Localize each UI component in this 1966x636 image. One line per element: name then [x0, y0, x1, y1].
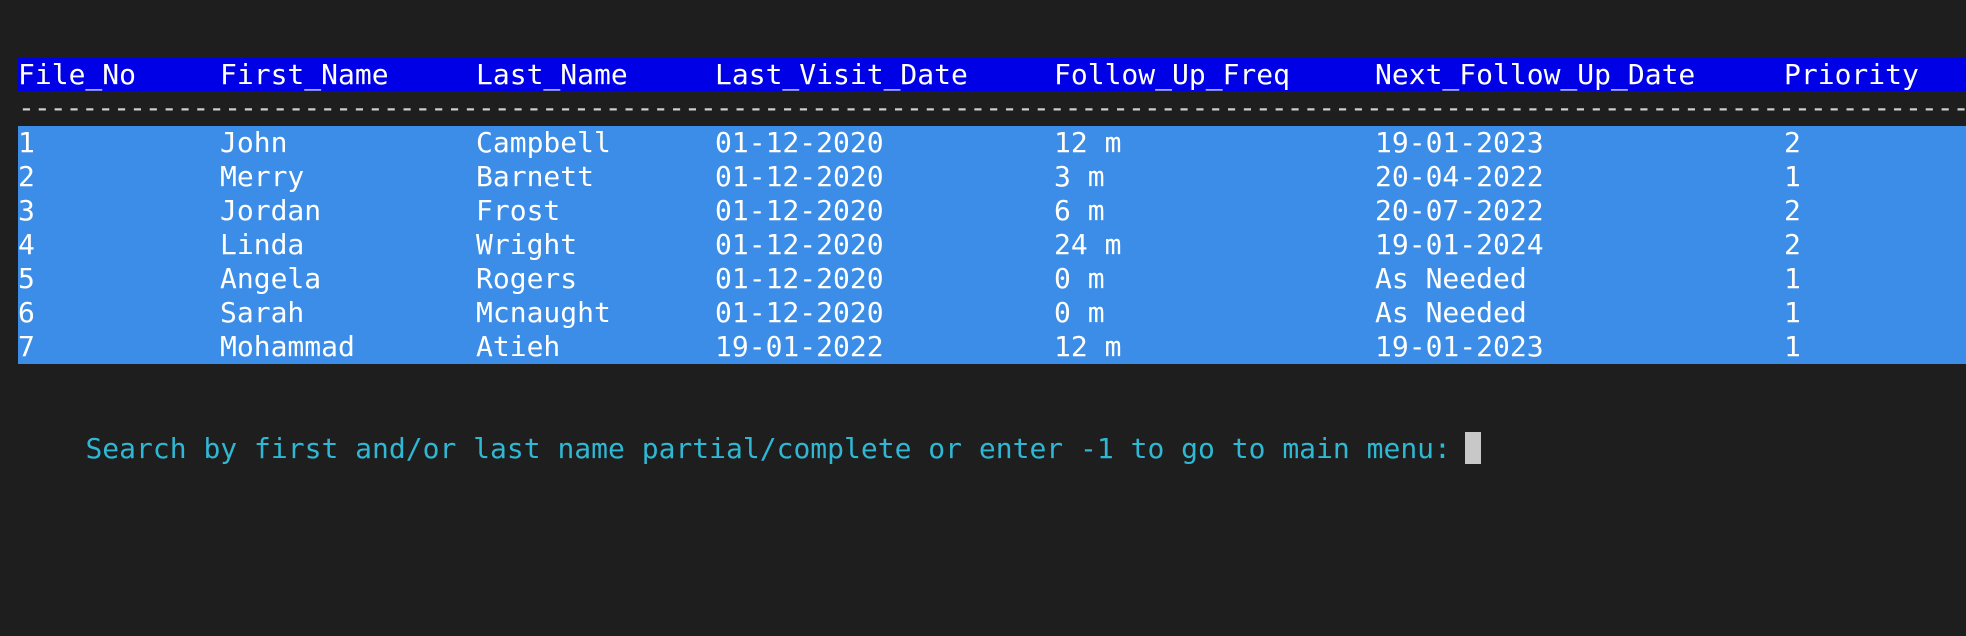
table-row: 6 Sarah Mcnaught 01-12-2020 0 m As Neede…	[18, 296, 1966, 330]
table-row: 3 Jordan Frost 01-12-2020 6 m 20-07-2022…	[18, 194, 1966, 228]
cell-file-no: 5	[18, 262, 35, 295]
cell-last-visit-date: 19-01-2022	[715, 330, 884, 363]
cell-last-visit-date: 01-12-2020	[715, 262, 884, 295]
cell-next-follow-up-date: As Needed	[1375, 262, 1527, 295]
cell-next-follow-up-date: 19-01-2024	[1375, 228, 1544, 261]
cell-last-visit-date: 01-12-2020	[715, 228, 884, 261]
cell-first-name: John	[220, 126, 288, 159]
header-priority: Priority	[1784, 58, 1919, 91]
cell-follow-up-freq: 6 m	[1054, 194, 1105, 227]
cell-file-no: 2	[18, 160, 35, 193]
cell-follow-up-freq: 3 m	[1054, 160, 1105, 193]
cell-file-no: 7	[18, 330, 35, 363]
cell-priority: 1	[1784, 160, 1801, 193]
cell-priority: 1	[1784, 296, 1801, 329]
cell-first-name: Merry	[220, 160, 305, 193]
cell-next-follow-up-date: 19-01-2023	[1375, 126, 1544, 159]
cell-last-name: Frost	[476, 194, 561, 227]
header-next-follow-up-date: Next_Follow_Up_Date	[1375, 58, 1696, 91]
cell-next-follow-up-date: 20-07-2022	[1375, 194, 1544, 227]
table-header: File_No First_Name Last_Name Last_Visit_…	[18, 58, 1966, 91]
cell-priority: 2	[1784, 194, 1801, 227]
header-last-visit-date: Last_Visit_Date	[715, 58, 968, 91]
cell-follow-up-freq: 12 m	[1054, 330, 1122, 363]
cell-last-visit-date: 01-12-2020	[715, 296, 884, 329]
cell-last-visit-date: 01-12-2020	[715, 126, 884, 159]
cell-file-no: 3	[18, 194, 35, 227]
cell-priority: 1	[1784, 330, 1801, 363]
cell-follow-up-freq: 0 m	[1054, 296, 1105, 329]
cell-last-visit-date: 01-12-2020	[715, 160, 884, 193]
cell-last-visit-date: 01-12-2020	[715, 194, 884, 227]
cell-last-name: Wright	[476, 228, 578, 261]
table-row: 5 Angela Rogers 01-12-2020 0 m As Needed…	[18, 262, 1966, 296]
cell-follow-up-freq: 24 m	[1054, 228, 1122, 261]
cell-next-follow-up-date: 19-01-2023	[1375, 330, 1544, 363]
cell-last-name: Atieh	[476, 330, 561, 363]
cell-last-name: Barnett	[476, 160, 595, 193]
cell-follow-up-freq: 0 m	[1054, 262, 1105, 295]
search-prompt[interactable]: Search by first and/or last name partial…	[18, 398, 1481, 465]
table-row: 4 Linda Wright 01-12-2020 24 m 19-01-202…	[18, 228, 1966, 262]
cell-priority: 2	[1784, 126, 1801, 159]
cell-priority: 2	[1784, 228, 1801, 261]
search-prompt-text: Search by first and/or last name partial…	[85, 432, 1451, 465]
cell-first-name: Angela	[220, 262, 322, 295]
cell-last-name: Rogers	[476, 262, 578, 295]
header-follow-up-freq: Follow_Up_Freq	[1054, 58, 1291, 91]
text-cursor[interactable]	[1464, 432, 1481, 464]
cell-first-name: Mohammad	[220, 330, 355, 363]
cell-last-name: Campbell	[476, 126, 611, 159]
cell-first-name: Jordan	[220, 194, 322, 227]
cell-file-no: 4	[18, 228, 35, 261]
table-row: 1 John Campbell 01-12-2020 12 m 19-01-20…	[18, 126, 1966, 160]
cell-last-name: Mcnaught	[476, 296, 611, 329]
cell-file-no: 6	[18, 296, 35, 329]
table-row: 7 Mohammad Atieh 19-01-2022 12 m 19-01-2…	[18, 330, 1966, 364]
cell-priority: 1	[1784, 262, 1801, 295]
table-row: 2 Merry Barnett 01-12-2020 3 m 20-04-202…	[18, 160, 1966, 194]
header-file-no: File_No	[18, 58, 137, 91]
table-separator: ----------------------------------------…	[18, 92, 1966, 124]
cell-first-name: Sarah	[220, 296, 305, 329]
cell-follow-up-freq: 12 m	[1054, 126, 1122, 159]
table-body: 1 John Campbell 01-12-2020 12 m 19-01-20…	[18, 126, 1966, 364]
cell-first-name: Linda	[220, 228, 305, 261]
cell-file-no: 1	[18, 126, 35, 159]
header-first-name: First_Name	[220, 58, 389, 91]
terminal-window: File_No First_Name Last_Name Last_Visit_…	[0, 0, 1966, 481]
header-last-name: Last_Name	[476, 58, 628, 91]
cell-next-follow-up-date: As Needed	[1375, 296, 1527, 329]
cell-next-follow-up-date: 20-04-2022	[1375, 160, 1544, 193]
